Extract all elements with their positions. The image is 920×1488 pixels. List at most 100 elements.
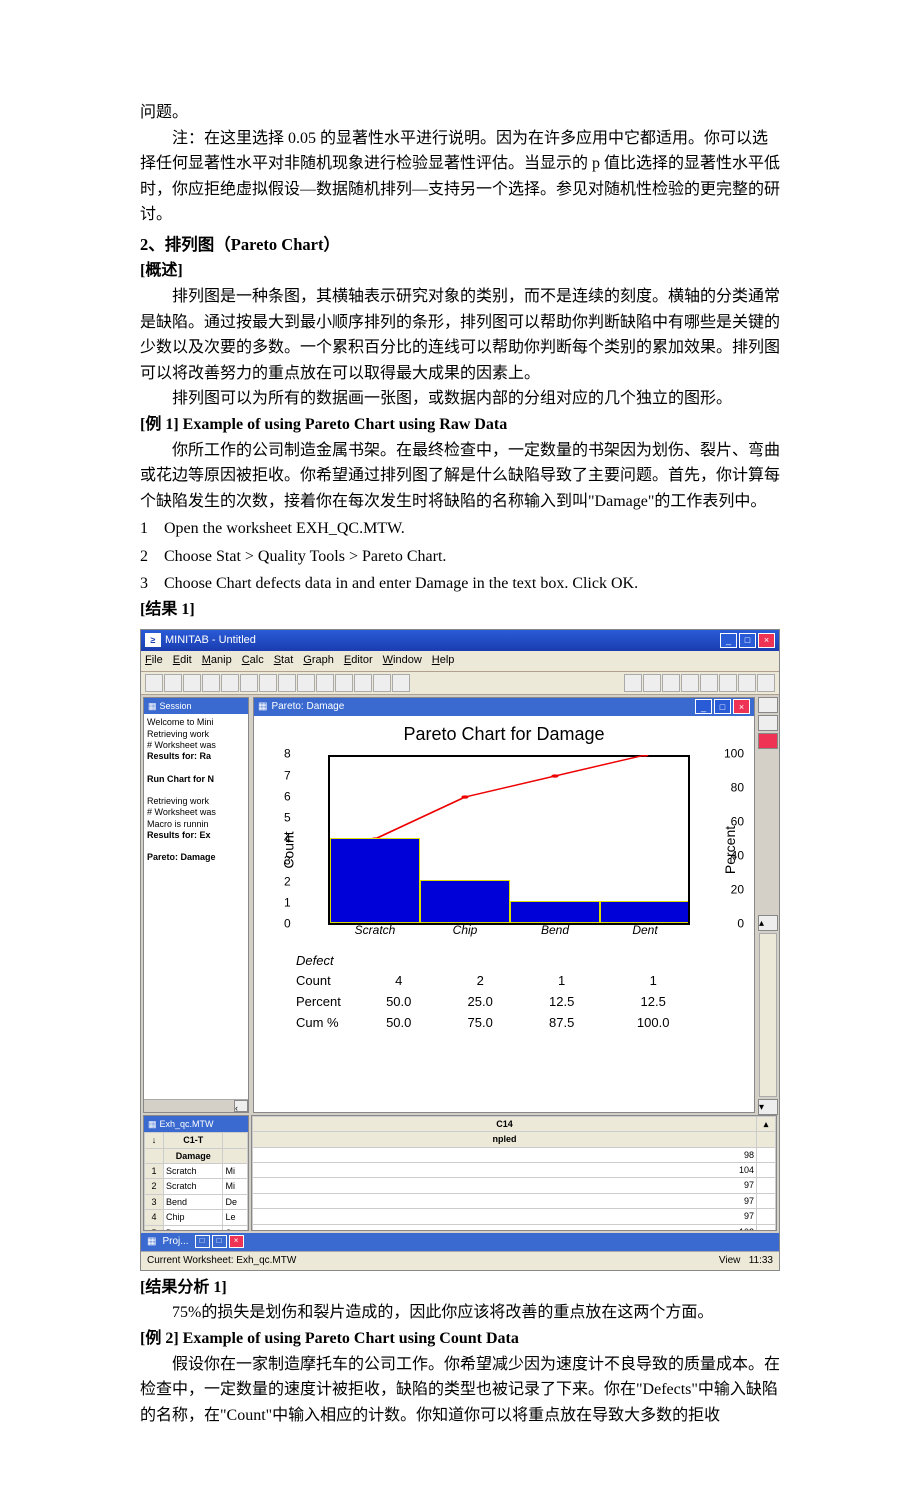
menu-item-calc[interactable]: Calc (242, 652, 264, 670)
menu-item-help[interactable]: Help (432, 652, 455, 670)
worksheet-right-pane[interactable]: C14▴npled9810497979710210410155▾ (251, 1115, 777, 1231)
toolbar-button[interactable] (373, 674, 391, 692)
toolbar-button[interactable] (335, 674, 353, 692)
maximize-button[interactable] (758, 715, 778, 731)
y-tick-left: 5 (284, 809, 291, 828)
chart-maximize-button[interactable]: □ (714, 699, 731, 714)
paragraph: 问题。 (140, 100, 780, 126)
menu-item-editor[interactable]: Editor (344, 652, 373, 670)
minimize-button[interactable]: _ (720, 633, 737, 648)
session-line: Pareto: Damage (147, 852, 245, 863)
y-tick-right: 0 (737, 915, 744, 934)
chart-window: ▦ Pareto: Damage _ □ × Pareto Chart for … (253, 697, 755, 1113)
session-line: Retrieving work (147, 796, 245, 807)
menubar: File Edit Manip Calc Stat Graph Editor Window He… (141, 651, 779, 672)
status-view: View (719, 1255, 741, 1266)
worksheet-titlebar[interactable]: ▦ Exh_qc.MTW (144, 1116, 248, 1132)
chart-titlebar[interactable]: ▦ Pareto: Damage _ □ × (254, 698, 754, 716)
menu-item-manip[interactable]: Manip (202, 652, 232, 670)
bar (330, 838, 420, 923)
paragraph: 75%的损失是划伤和裂片造成的，因此你应该将改善的重点放在这两个方面。 (140, 1300, 780, 1326)
step-item: 2Choose Stat > Quality Tools > Pareto Ch… (140, 544, 780, 570)
scroll-arrow-icon[interactable]: ‹ (234, 1100, 248, 1112)
toolbar-button[interactable] (624, 674, 642, 692)
maximize-button[interactable]: □ (739, 633, 756, 648)
session-scrollbar[interactable]: ‹ (144, 1099, 248, 1112)
close-button[interactable]: × (758, 633, 775, 648)
menu-item-stat[interactable]: Stat (274, 652, 294, 670)
menu-item-window[interactable]: Window (383, 652, 422, 670)
menu-item-graph[interactable]: Graph (303, 652, 334, 670)
toolbar-button[interactable] (700, 674, 718, 692)
y-tick-left: 4 (284, 830, 291, 849)
y-tick-right: 60 (731, 813, 744, 832)
chart-data-table: DefectCount4211Percent50.025.012.512.5Cu… (294, 951, 704, 1034)
proj-maximize-button[interactable]: □ (212, 1235, 227, 1248)
toolbar-button[interactable] (316, 674, 334, 692)
y-tick-right: 20 (731, 881, 744, 900)
worksheet-doc-icon: ▦ (148, 1117, 157, 1131)
toolbar-button[interactable] (259, 674, 277, 692)
y-tick-left: 7 (284, 766, 291, 785)
toolbar-button[interactable] (738, 674, 756, 692)
heading-analysis1: [结果分析 1] (140, 1275, 780, 1301)
chart-title: Pareto Chart for Damage (254, 716, 754, 749)
toolbar-button[interactable] (278, 674, 296, 692)
step-list: 1Open the worksheet EXH_QC.MTW.2Choose S… (140, 516, 780, 597)
toolbar-button[interactable] (202, 674, 220, 692)
paragraph: 你所工作的公司制造金属书架。在最终检查中，一定数量的书架因为划伤、裂片、弯曲或花… (140, 438, 780, 515)
scroll-down-icon[interactable]: ▾ (758, 1099, 778, 1115)
x-tick: Scratch (355, 921, 396, 940)
toolbar-button[interactable] (164, 674, 182, 692)
heading-result1: [结果 1] (140, 597, 780, 623)
session-titlebar[interactable]: ▦ Session (144, 698, 248, 714)
toolbar-button[interactable] (221, 674, 239, 692)
toolbar-button[interactable] (145, 674, 163, 692)
toolbar-button[interactable] (757, 674, 775, 692)
scrollbar[interactable] (759, 933, 777, 1097)
toolbar-button[interactable] (662, 674, 680, 692)
toolbar-button[interactable] (681, 674, 699, 692)
x-tick: Bend (541, 921, 569, 940)
y-tick-left: 6 (284, 788, 291, 807)
minimize-button[interactable] (758, 697, 778, 713)
heading-pareto: 2、排列图（Pareto Chart） (140, 232, 780, 258)
chart-plot-area: ScratchChipBendDent Count Percent 012345… (304, 755, 714, 945)
worksheet-grid[interactable]: ↓C1-TDamage1ScratchMi2ScratchMi3BendDe4C… (144, 1132, 248, 1230)
y-tick-left: 1 (284, 894, 291, 913)
toolbar-button[interactable] (392, 674, 410, 692)
toolbar-button[interactable] (719, 674, 737, 692)
toolbar-button[interactable] (297, 674, 315, 692)
toolbar-button[interactable] (354, 674, 372, 692)
toolbar-button[interactable] (240, 674, 258, 692)
status-left: Current Worksheet: Exh_qc.MTW (147, 1253, 296, 1269)
worksheet-area: ▦ Exh_qc.MTW ↓C1-TDamage1ScratchMi2Scrat… (141, 1115, 779, 1233)
project-bar[interactable]: ▦ Proj... □ □ × (141, 1233, 779, 1251)
toolbar (141, 672, 779, 695)
toolbar-button[interactable] (183, 674, 201, 692)
chart-body: Pareto Chart for Damage ScratchChipBendD… (254, 716, 754, 1112)
paragraph: 排列图是一种条图，其横轴表示研究对象的类别，而不是连续的刻度。横轴的分类通常是缺… (140, 284, 780, 386)
bar (420, 880, 510, 923)
step-item: 3Choose Chart defects data in and enter … (140, 571, 780, 597)
proj-restore-button[interactable]: □ (195, 1235, 210, 1248)
minitab-window: ≥ MINITAB - Untitled _ □ × File Edit Manip… (140, 629, 780, 1271)
window-titlebar[interactable]: ≥ MINITAB - Untitled _ □ × (141, 630, 779, 652)
scroll-up-icon[interactable]: ▴ (758, 915, 778, 931)
session-line: Results for: Ex (147, 830, 245, 841)
session-window[interactable]: ▦ Session Welcome to MiniRetrieving work… (143, 697, 249, 1113)
session-doc-icon: ▦ (148, 699, 157, 713)
minitab-icon: ≥ (145, 633, 161, 647)
y-tick-left: 8 (284, 745, 291, 764)
menu-item-edit[interactable]: Edit (173, 652, 192, 670)
menu-item-file[interactable]: File (145, 652, 163, 670)
close-button[interactable] (758, 733, 778, 749)
window-title: MINITAB - Untitled (165, 632, 256, 650)
worksheet-window[interactable]: ▦ Exh_qc.MTW ↓C1-TDamage1ScratchMi2Scrat… (143, 1115, 249, 1231)
proj-close-button[interactable]: × (229, 1235, 244, 1248)
chart-minimize-button[interactable]: _ (695, 699, 712, 714)
paragraph: 假设你在一家制造摩托车的公司工作。你希望减少因为速度计不良导致的质量成本。在检查… (140, 1352, 780, 1429)
toolbar-button[interactable] (643, 674, 661, 692)
chart-close-button[interactable]: × (733, 699, 750, 714)
mdi-area: ▦ Session Welcome to MiniRetrieving work… (141, 695, 779, 1115)
